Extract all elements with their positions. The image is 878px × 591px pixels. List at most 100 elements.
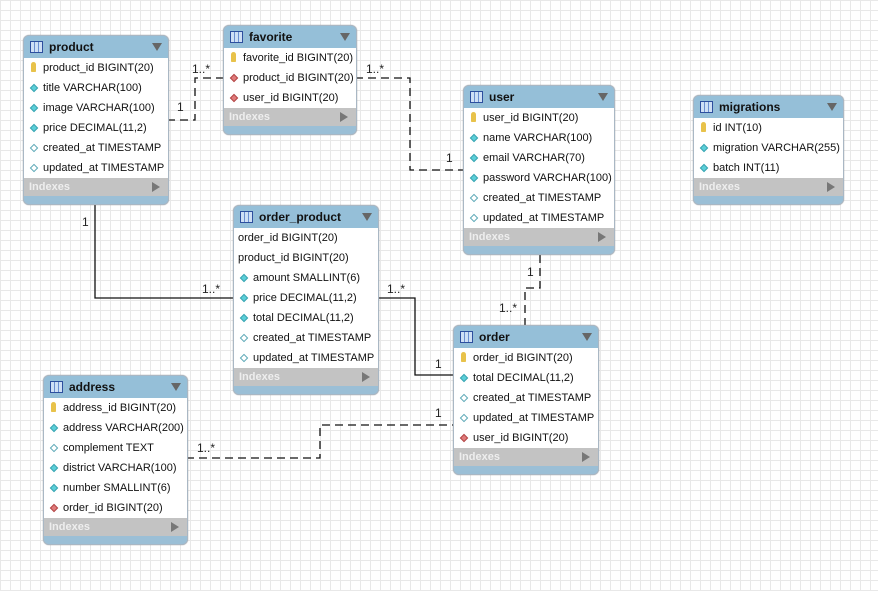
- indexes-section[interactable]: Indexes: [694, 178, 843, 196]
- column-label: user_id BIGINT(20): [243, 92, 339, 104]
- primary-key-icon: [698, 121, 709, 135]
- column-label: product_id BIGINT(20): [243, 72, 354, 84]
- collapse-triangle-icon[interactable]: [171, 383, 181, 391]
- indexes-label: Indexes: [459, 451, 500, 463]
- table-favorite[interactable]: favorite favorite_id BIGINT(20) product_id…: [223, 25, 357, 135]
- column-label: total DECIMAL(11,2): [253, 312, 354, 324]
- column-row[interactable]: updated_at TIMESTAMP: [454, 408, 598, 428]
- table-header[interactable]: user: [464, 86, 614, 108]
- not-null-column-icon: [28, 82, 39, 94]
- column-row[interactable]: address_id BIGINT(20): [44, 398, 187, 418]
- not-null-column-icon: [48, 422, 59, 434]
- indexes-section[interactable]: Indexes: [464, 228, 614, 246]
- column-row[interactable]: created_at TIMESTAMP: [454, 388, 598, 408]
- collapse-triangle-icon[interactable]: [598, 93, 608, 101]
- collapse-triangle-icon[interactable]: [152, 43, 162, 51]
- column-row[interactable]: name VARCHAR(100): [464, 128, 614, 148]
- indexes-section[interactable]: Indexes: [44, 518, 187, 536]
- indexes-section[interactable]: Indexes: [24, 178, 168, 196]
- table-header[interactable]: address: [44, 376, 187, 398]
- table-order[interactable]: order order_id BIGINT(20) total DECIMAL(11…: [453, 325, 599, 475]
- column-label: name VARCHAR(100): [483, 132, 593, 144]
- column-row[interactable]: title VARCHAR(100): [24, 78, 168, 98]
- indexes-section[interactable]: Indexes: [454, 448, 598, 466]
- expand-arrow-icon[interactable]: [171, 522, 179, 532]
- column-row[interactable]: product_id BIGINT(20): [224, 68, 356, 88]
- not-null-column-icon: [468, 152, 479, 164]
- indexes-label: Indexes: [239, 371, 280, 383]
- not-null-column-icon: [48, 482, 59, 494]
- column-row[interactable]: migration VARCHAR(255): [694, 138, 843, 158]
- expand-arrow-icon[interactable]: [362, 372, 370, 382]
- collapse-triangle-icon[interactable]: [827, 103, 837, 111]
- column-label: district VARCHAR(100): [63, 462, 177, 474]
- column-row[interactable]: created_at TIMESTAMP: [234, 328, 378, 348]
- column-row[interactable]: image VARCHAR(100): [24, 98, 168, 118]
- column-row[interactable]: order_id BIGINT(20): [454, 348, 598, 368]
- indexes-section[interactable]: Indexes: [234, 368, 378, 386]
- column-row[interactable]: updated_at TIMESTAMP: [24, 158, 168, 178]
- expand-arrow-icon[interactable]: [598, 232, 606, 242]
- primary-key-icon: [228, 51, 239, 65]
- column-row[interactable]: order_id BIGINT(20): [234, 228, 378, 248]
- column-row[interactable]: user_id BIGINT(20): [464, 108, 614, 128]
- column-row[interactable]: favorite_id BIGINT(20): [224, 48, 356, 68]
- column-row[interactable]: email VARCHAR(70): [464, 148, 614, 168]
- cardinality-label: 1..*: [499, 301, 518, 315]
- column-label: total DECIMAL(11,2): [473, 372, 574, 384]
- column-row[interactable]: product_id BIGINT(20): [234, 248, 378, 268]
- column-row[interactable]: user_id BIGINT(20): [454, 428, 598, 448]
- relation-product-favorite[interactable]: [167, 77, 223, 121]
- column-label: amount SMALLINT(6): [253, 272, 360, 284]
- column-row[interactable]: created_at TIMESTAMP: [464, 188, 614, 208]
- table-user[interactable]: user user_id BIGINT(20) name VARCHAR(100) e…: [463, 85, 615, 255]
- column-row[interactable]: price DECIMAL(11,2): [234, 288, 378, 308]
- table-header[interactable]: order_product: [234, 206, 378, 228]
- table-name: migrations: [719, 100, 781, 114]
- table-icon: [700, 101, 713, 113]
- collapse-triangle-icon[interactable]: [340, 33, 350, 41]
- table-header[interactable]: order: [454, 326, 598, 348]
- table-product[interactable]: product product_id BIGINT(20) title VARCHA…: [23, 35, 169, 205]
- relation-address-order[interactable]: [186, 424, 453, 459]
- column-row[interactable]: amount SMALLINT(6): [234, 268, 378, 288]
- column-list: id INT(10) migration VARCHAR(255) batch IN…: [694, 118, 843, 178]
- collapse-triangle-icon[interactable]: [362, 213, 372, 221]
- table-migrations[interactable]: migrations id INT(10) migration VARCHAR(25…: [693, 95, 844, 205]
- column-row[interactable]: district VARCHAR(100): [44, 458, 187, 478]
- column-row[interactable]: updated_at TIMESTAMP: [464, 208, 614, 228]
- collapse-triangle-icon[interactable]: [582, 333, 592, 341]
- column-row[interactable]: total DECIMAL(11,2): [454, 368, 598, 388]
- table-header[interactable]: favorite: [224, 26, 356, 48]
- column-row[interactable]: complement TEXT: [44, 438, 187, 458]
- table-order_product[interactable]: order_product order_id BIGINT(20) product_…: [233, 205, 379, 395]
- column-row[interactable]: address VARCHAR(200): [44, 418, 187, 438]
- cardinality-label: 1: [82, 215, 89, 229]
- expand-arrow-icon[interactable]: [340, 112, 348, 122]
- foreign-key-icon: [48, 502, 59, 514]
- expand-arrow-icon[interactable]: [582, 452, 590, 462]
- table-header[interactable]: product: [24, 36, 168, 58]
- column-row[interactable]: password VARCHAR(100): [464, 168, 614, 188]
- column-row[interactable]: product_id BIGINT(20): [24, 58, 168, 78]
- column-row[interactable]: batch INT(11): [694, 158, 843, 178]
- column-label: created_at TIMESTAMP: [483, 192, 602, 204]
- column-label: title VARCHAR(100): [43, 82, 142, 94]
- column-row[interactable]: updated_at TIMESTAMP: [234, 348, 378, 368]
- column-row[interactable]: id INT(10): [694, 118, 843, 138]
- table-address[interactable]: address address_id BIGINT(20) address VARC…: [43, 375, 188, 545]
- column-label: updated_at TIMESTAMP: [253, 352, 375, 364]
- table-header[interactable]: migrations: [694, 96, 843, 118]
- column-label: product_id BIGINT(20): [43, 62, 154, 74]
- column-row[interactable]: order_id BIGINT(20): [44, 498, 187, 518]
- column-row[interactable]: price DECIMAL(11,2): [24, 118, 168, 138]
- column-row[interactable]: number SMALLINT(6): [44, 478, 187, 498]
- column-label: price DECIMAL(11,2): [253, 292, 357, 304]
- expand-arrow-icon[interactable]: [827, 182, 835, 192]
- not-null-column-icon: [238, 292, 249, 304]
- indexes-section[interactable]: Indexes: [224, 108, 356, 126]
- column-row[interactable]: user_id BIGINT(20): [224, 88, 356, 108]
- column-row[interactable]: created_at TIMESTAMP: [24, 138, 168, 158]
- column-row[interactable]: total DECIMAL(11,2): [234, 308, 378, 328]
- expand-arrow-icon[interactable]: [152, 182, 160, 192]
